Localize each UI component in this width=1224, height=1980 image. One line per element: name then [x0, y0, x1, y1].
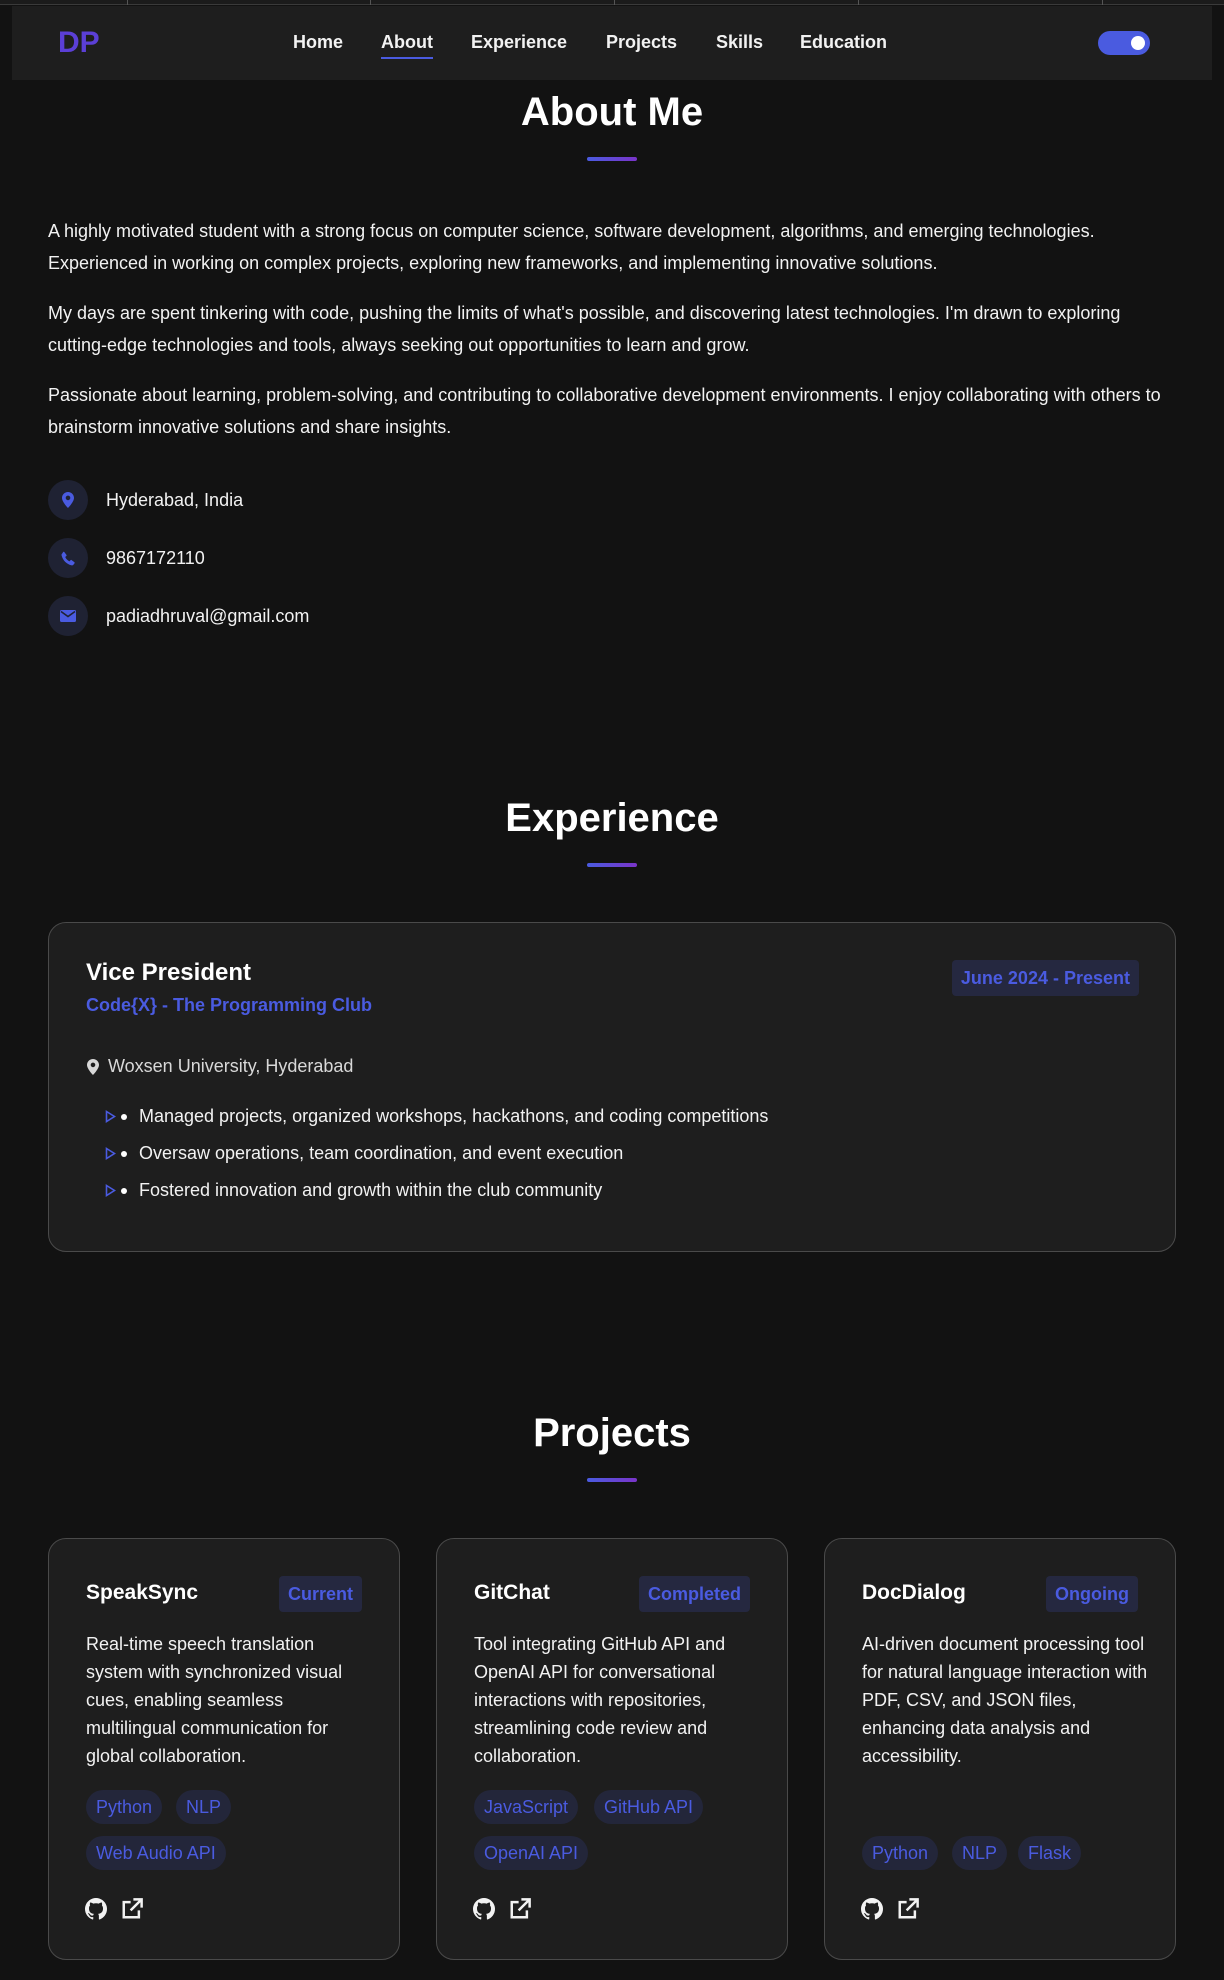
tech-tag: Flask — [1018, 1836, 1082, 1870]
experience-bullet: Oversaw operations, team coordination, a… — [105, 1143, 623, 1164]
project-description: Real-time speech translation system with… — [86, 1634, 343, 1766]
envelope-icon — [48, 596, 88, 636]
experience-location: Woxsen University, Hyderabad — [86, 1056, 353, 1077]
project-card-speaksync: SpeakSync Current Real-time speech trans… — [48, 1538, 400, 1960]
nav-link-about[interactable]: About — [381, 32, 433, 59]
phone-icon — [48, 538, 88, 578]
tech-tag: Web Audio API — [86, 1836, 226, 1870]
contact-phone[interactable]: 9867172110 — [48, 538, 205, 578]
contact-phone-text: 9867172110 — [106, 547, 205, 568]
projects-title: Projects — [533, 1411, 691, 1455]
nav-link-skills[interactable]: Skills — [716, 32, 763, 53]
project-card-docdialog: DocDialog Ongoing AI-driven document pro… — [824, 1538, 1176, 1960]
tech-tag: Python — [86, 1790, 163, 1824]
triangle-bullet-icon — [105, 1147, 116, 1160]
project-name: DocDialog — [862, 1581, 966, 1604]
tech-tag: Python — [862, 1836, 939, 1870]
experience-bullet-text: Oversaw operations, team coordination, a… — [139, 1143, 624, 1163]
triangle-bullet-icon — [105, 1184, 116, 1197]
project-status-badge: Ongoing — [1046, 1576, 1138, 1612]
location-pin-icon — [87, 1058, 99, 1075]
experience-bullet-text: Fostered innovation and growth within th… — [139, 1180, 603, 1200]
triangle-bullet-icon — [105, 1110, 116, 1123]
github-icon[interactable] — [85, 1898, 107, 1920]
experience-title-underline — [587, 863, 637, 867]
github-icon[interactable] — [473, 1898, 495, 1920]
experience-bullet-text: Managed projects, organized workshops, h… — [139, 1106, 769, 1126]
project-status-badge: Completed — [638, 1576, 750, 1612]
tech-tag: OpenAI API — [474, 1836, 589, 1870]
tech-tag: NLP — [952, 1836, 1008, 1870]
tech-tag: GitHub API — [594, 1790, 704, 1824]
nav-link-home[interactable]: Home — [293, 32, 343, 53]
nav-links: Home About Experience Projects Skills Ed… — [12, 6, 1212, 80]
navbar: DP Home About Experience Projects Skills… — [12, 6, 1212, 80]
github-icon[interactable] — [861, 1898, 883, 1920]
experience-org: Code{X} - The Programming Club — [86, 995, 373, 1015]
bullet-dot — [121, 1187, 127, 1194]
external-link-icon[interactable] — [897, 1898, 919, 1920]
about-title-underline — [587, 157, 637, 161]
project-description: Tool integrating GitHub API and OpenAI A… — [474, 1634, 726, 1766]
about-paragraph-2: My days are spent tinkering with code, p… — [48, 303, 1121, 355]
contact-location-text: Hyderabad, India — [106, 489, 244, 510]
project-name: SpeakSync — [86, 1581, 199, 1604]
about-title: About Me — [520, 90, 704, 134]
project-name: GitChat — [474, 1581, 550, 1604]
contact-location: Hyderabad, India — [48, 480, 243, 520]
experience-date-badge: June 2024 - Present — [951, 960, 1139, 996]
projects-title-underline — [587, 1478, 637, 1482]
experience-bullet: Fostered innovation and growth within th… — [105, 1180, 602, 1201]
experience-title: Experience — [505, 796, 719, 840]
toggle-knob — [1131, 36, 1145, 50]
experience-bullet: Managed projects, organized workshops, h… — [105, 1106, 768, 1127]
external-link-icon[interactable] — [509, 1898, 531, 1920]
experience-location-text: Woxsen University, Hyderabad — [108, 1056, 354, 1076]
bullet-dot — [121, 1150, 127, 1157]
contact-email[interactable]: padiadhruval@gmail.com — [48, 596, 309, 636]
bullet-dot — [121, 1113, 127, 1120]
theme-toggle[interactable] — [1098, 31, 1150, 55]
experience-role: Vice President — [86, 959, 251, 986]
contact-email-text: padiadhruval@gmail.com — [106, 605, 310, 626]
project-card-gitchat: GitChat Completed Tool integrating GitHu… — [436, 1538, 788, 1960]
tech-tag: JavaScript — [474, 1790, 579, 1824]
about-paragraph-3: Passionate about learning, problem-solvi… — [48, 385, 1161, 437]
tech-tag: NLP — [176, 1790, 232, 1824]
nav-link-education[interactable]: Education — [800, 32, 887, 53]
project-description: AI-driven document processing tool for n… — [862, 1634, 1148, 1766]
nav-link-projects[interactable]: Projects — [606, 32, 677, 53]
nav-link-experience[interactable]: Experience — [471, 32, 567, 53]
experience-card: Vice President Code{X} - The Programming… — [48, 922, 1176, 1252]
location-pin-icon — [48, 480, 88, 520]
project-status-badge: Current — [278, 1576, 362, 1612]
external-link-icon[interactable] — [121, 1898, 143, 1920]
top-strip — [0, 0, 1224, 5]
about-paragraph-1: A highly motivated student with a strong… — [48, 221, 1095, 273]
